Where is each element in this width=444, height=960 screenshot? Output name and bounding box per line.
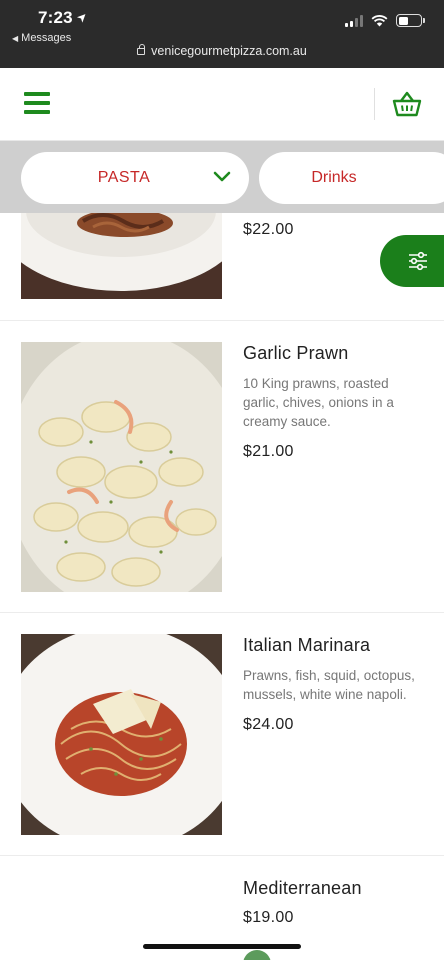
item-name: Mediterranean [243,878,362,898]
time-text: 7:23 [38,8,73,27]
item-price: $22.00 [243,221,294,238]
status-time: 7:23➤ [38,8,91,28]
ios-status-bar: 7:23➤ ◀ Messages venicegourmetpizza.com.a… [0,0,444,68]
cellular-signal-icon [345,14,363,27]
category-next-label: Drinks [311,169,357,186]
category-bar: PASTA Drinks [0,141,444,213]
sliders-icon [409,251,427,271]
back-triangle-icon: ◀ [12,34,19,43]
basket-icon[interactable] [392,90,422,118]
item-price: $24.00 [243,716,294,733]
category-dropdown[interactable]: PASTA [21,152,249,204]
header-divider [374,88,375,120]
menu-item[interactable]: Italian Marinara Prawns, fish, squid, oc… [0,613,444,856]
address-bar[interactable]: venicegourmetpizza.com.au [0,44,444,58]
location-arrow-icon: ➤ [73,8,91,26]
category-tab-drinks[interactable]: Drinks [259,152,444,204]
item-description: Prawns, fish, squid, octopus, mussels, w… [243,668,415,702]
item-name: Garlic Prawn [243,343,349,363]
item-description: 10 King prawns, roasted garlic, chives, … [243,376,394,429]
wifi-icon [371,14,388,26]
item-price: $21.00 [243,443,294,460]
status-icons [345,14,425,27]
home-indicator [143,944,301,949]
back-to-app-link[interactable]: ◀ Messages [12,32,71,44]
battery-icon [396,14,425,27]
category-active-label: PASTA [97,169,151,186]
chevron-down-icon [213,171,231,182]
item-photo[interactable] [21,634,222,835]
item-price: $19.00 [243,909,294,926]
lock-icon [137,44,146,55]
hamburger-icon[interactable] [24,92,50,114]
app-header [0,68,444,141]
back-label: Messages [21,32,72,44]
filter-button[interactable] [380,235,444,287]
url-text: venicegourmetpizza.com.au [151,44,307,58]
item-name: Italian Marinara [243,635,371,655]
menu-item[interactable]: Garlic Prawn 10 King prawns, roasted gar… [0,321,444,613]
item-photo[interactable] [21,342,222,592]
